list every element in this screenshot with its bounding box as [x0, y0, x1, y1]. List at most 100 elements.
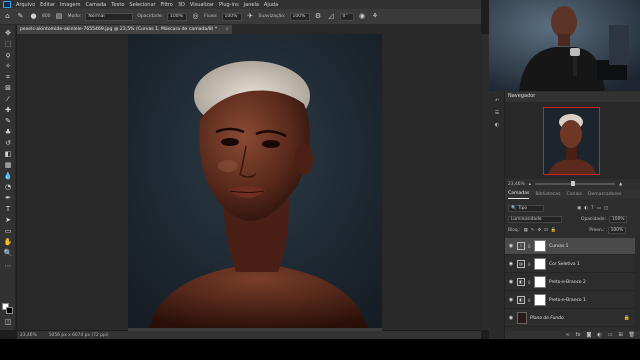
layer-row-preto-e-branco-1[interactable]: ◉ ◧ 8 Preto-e-Branco 1	[505, 292, 635, 309]
clone-stamp-tool-icon[interactable]: ♣	[3, 128, 13, 136]
mask-link-icon[interactable]: 8	[528, 280, 531, 285]
layer-row-plano-de-fundo[interactable]: ◉ Plano de Fundo 🔒	[505, 310, 635, 327]
menu-item-arquivo[interactable]: Arquivo	[16, 2, 35, 8]
rectangle-tool-icon[interactable]: ▭	[3, 227, 13, 235]
crop-tool-icon[interactable]: ⌗	[3, 73, 13, 81]
airbrush-icon[interactable]: ✈	[246, 12, 255, 21]
menu-item-janela[interactable]: Janela	[244, 2, 259, 8]
tab-camadas[interactable]: Camadas	[508, 191, 530, 199]
angle-icon[interactable]: ◿	[327, 12, 336, 21]
smoothing-field[interactable]: 100%	[289, 12, 310, 21]
dodge-tool-icon[interactable]: ◔	[3, 183, 13, 191]
add-mask-icon[interactable]: ◙	[586, 332, 591, 338]
menu-item-camada[interactable]: Camada	[85, 2, 106, 8]
filter-pixel-icon[interactable]: ▣	[577, 206, 581, 211]
lock-all-icon[interactable]: 🔒	[551, 228, 556, 233]
zoom-tool-icon[interactable]: 🔍	[3, 249, 13, 257]
marquee-tool-icon[interactable]: ⬚	[3, 40, 13, 48]
vertical-scrollbar[interactable]	[481, 34, 489, 330]
angle-field[interactable]: 0°	[339, 12, 354, 21]
home-icon[interactable]: ⌂	[3, 12, 12, 21]
navigator-thumbnail[interactable]	[543, 107, 600, 175]
photoshop-logo-icon[interactable]	[3, 1, 11, 8]
menu-item-ajuda[interactable]: Ajuda	[264, 2, 278, 8]
frame-tool-icon[interactable]: ⊠	[3, 84, 13, 92]
visibility-eye-icon[interactable]: ◉	[508, 297, 514, 303]
delete-layer-icon[interactable]: 🗑	[629, 332, 635, 338]
lock-transparency-icon[interactable]: ▦	[524, 228, 528, 233]
menu-item-plugins[interactable]: Plug-ins	[219, 2, 239, 8]
document-tab[interactable]: pexels-akintomide-akinlele-7655469.jpg @…	[17, 25, 232, 34]
filter-smart-object-icon[interactable]: ◫	[604, 206, 608, 211]
pressure-opacity-icon[interactable]: ◎	[191, 12, 200, 21]
healing-brush-tool-icon[interactable]: ✚	[3, 106, 13, 114]
zoom-in-icon[interactable]: ▲	[619, 182, 622, 187]
filter-adjustment-icon[interactable]: ◐	[584, 206, 588, 211]
background-layer-thumbnail[interactable]	[517, 312, 527, 324]
history-panel-icon[interactable]: ↶	[493, 98, 501, 105]
history-brush-tool-icon[interactable]: ↺	[3, 139, 13, 147]
layer-row-curvas-1[interactable]: ◉ ⌇ 8 Curvas 1	[505, 238, 635, 255]
brush-tool-preset-icon[interactable]: ✎	[16, 12, 25, 21]
quick-mask-icon[interactable]: ◫	[3, 318, 13, 326]
layer-mask-thumbnail[interactable]	[534, 258, 546, 270]
filter-shape-icon[interactable]: ▭	[597, 206, 601, 211]
brush-settings-icon[interactable]: ▤	[55, 12, 64, 21]
menu-item-selecionar[interactable]: Selecionar	[129, 2, 155, 8]
properties-panel-icon[interactable]: ☰	[493, 110, 501, 117]
path-selection-tool-icon[interactable]: ➤	[3, 216, 13, 224]
brush-preview-icon[interactable]: ●	[29, 12, 38, 21]
lock-pixels-icon[interactable]: ✎	[531, 228, 535, 233]
layers-scrollbar[interactable]	[635, 237, 640, 331]
visibility-eye-icon[interactable]: ◉	[508, 261, 514, 267]
visibility-eye-icon[interactable]: ◉	[508, 279, 514, 285]
document-image[interactable]	[128, 34, 382, 331]
type-tool-icon[interactable]: T	[3, 205, 13, 213]
lasso-tool-icon[interactable]: ϙ	[3, 51, 13, 59]
menu-item-texto[interactable]: Texto	[111, 2, 124, 8]
hand-tool-icon[interactable]: ✋	[3, 238, 13, 246]
mode-select[interactable]: Normal	[85, 12, 134, 21]
new-group-icon[interactable]: ▭	[608, 332, 613, 338]
layer-mask-thumbnail[interactable]	[534, 276, 546, 288]
zoom-out-icon[interactable]: ▴	[529, 182, 531, 187]
eyedropper-tool-icon[interactable]: ⁄	[3, 95, 13, 103]
filter-type-icon[interactable]: T	[591, 206, 594, 211]
opacity-field[interactable]: 100%	[167, 12, 187, 21]
eraser-tool-icon[interactable]: ◧	[3, 150, 13, 158]
navigator-zoom-slider[interactable]	[534, 181, 615, 186]
menu-item-filtro[interactable]: Filtro	[161, 2, 173, 8]
layer-row-preto-e-branco-2[interactable]: ◉ ◧ 8 Preto-e-Branco 2	[505, 274, 635, 291]
pressure-size-icon[interactable]: ◉	[358, 12, 367, 21]
adjustments-panel-icon[interactable]: ◐	[493, 122, 501, 129]
tab-canais[interactable]: Canais	[567, 192, 582, 199]
blur-tool-icon[interactable]: 💧	[3, 172, 13, 180]
mask-link-icon[interactable]: 8	[528, 244, 531, 249]
flow-field[interactable]: 100%	[221, 12, 242, 21]
new-layer-icon[interactable]: ⊞	[618, 332, 622, 338]
visibility-eye-icon[interactable]: ◉	[508, 243, 514, 249]
brush-size-value[interactable]: 800	[42, 14, 51, 19]
layer-style-icon[interactable]: fx	[576, 332, 581, 338]
layer-opacity-field[interactable]: 100%	[609, 216, 628, 223]
lock-artboard-icon[interactable]: ⊡	[544, 228, 548, 233]
mask-link-icon[interactable]: 8	[528, 262, 531, 267]
menu-item-imagem[interactable]: Imagem	[60, 2, 81, 8]
mask-link-icon[interactable]: 8	[528, 298, 531, 303]
close-document-icon[interactable]: ×	[225, 25, 229, 34]
navigator-zoom-value[interactable]: 23,46%	[508, 182, 525, 187]
status-zoom[interactable]: 23,46%	[20, 333, 37, 338]
more-tools-icon[interactable]: ⋯	[3, 262, 13, 270]
tab-bibliotecas[interactable]: Bibliotecas	[535, 192, 560, 199]
layer-row-cor-seletiva-1[interactable]: ◉ ▤ 8 Cor Seletiva 1	[505, 256, 635, 273]
layer-mask-thumbnail[interactable]	[534, 240, 546, 252]
fill-field[interactable]: 100%	[607, 227, 626, 234]
pen-tool-icon[interactable]: ✒	[3, 194, 13, 202]
smoothing-settings-icon[interactable]: ⚙	[314, 12, 323, 21]
background-color-swatch[interactable]	[6, 307, 13, 314]
lock-position-icon[interactable]: ✥	[537, 228, 541, 233]
new-adjustment-icon[interactable]: ◐	[597, 332, 601, 338]
visibility-eye-icon[interactable]: ◉	[508, 315, 514, 321]
layer-filter-select[interactable]: 🔍 Tipo	[508, 205, 544, 212]
layer-mask-thumbnail[interactable]	[534, 294, 546, 306]
